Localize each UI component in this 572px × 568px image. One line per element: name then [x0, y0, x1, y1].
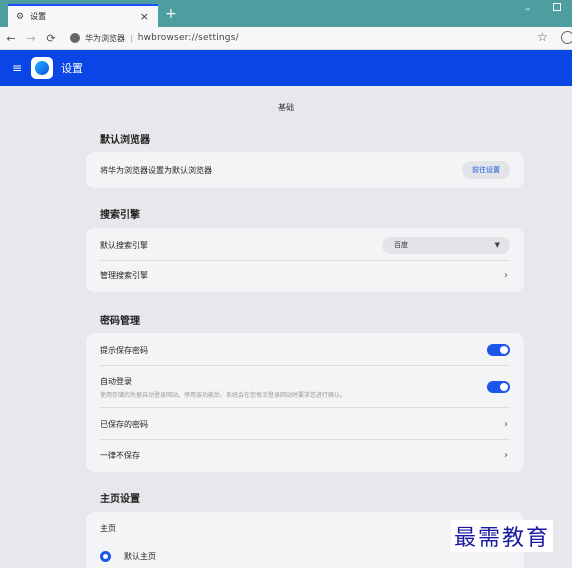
go-to-settings-button[interactable]: 前往设置 [462, 161, 510, 179]
tab-strip: ⚙ 设置 × + – [0, 0, 572, 27]
bookmark-star-icon[interactable]: ☆ [537, 30, 548, 44]
divider [100, 439, 510, 440]
dropdown-caret-icon: ▼ [494, 241, 500, 249]
password-title: 密码管理 [100, 316, 140, 327]
divider [100, 260, 510, 261]
forward-button[interactable]: → [22, 32, 40, 45]
offer-save-password-label: 提示保存密码 [100, 345, 148, 355]
site-info-icon[interactable] [70, 33, 80, 43]
site-name: 华为浏览器 [85, 33, 125, 43]
section-heading: 基础 [278, 103, 294, 112]
settings-content: 基础 默认浏览器 将华为浏览器设置为默认浏览器 前往设置 搜索引擎 默认搜索引擎… [0, 86, 572, 568]
auto-login-row: 自动登录 使用存储的凭据自动登录网站。停用该功能后，系统会在您每次登录网站时要求… [100, 373, 510, 401]
search-engine-select[interactable]: 百度 ▼ [382, 236, 510, 254]
divider [100, 365, 510, 366]
saved-passwords-row[interactable]: 已保存的密码 › [100, 416, 510, 432]
homepage-label: 主页 [100, 523, 116, 533]
browser-logo [31, 57, 54, 79]
chevron-right-icon: › [504, 269, 508, 281]
browser-toolbar: ← → ⟳ 华为浏览器 | hwbrowser://settings/ ☆ [0, 27, 572, 50]
default-browser-label: 将华为浏览器设置为默认浏览器 [100, 165, 212, 175]
auto-login-toggle[interactable] [487, 381, 510, 393]
manage-search-engines-row[interactable]: 管理搜索引擎 › [100, 267, 510, 283]
tab-settings[interactable]: ⚙ 设置 × [8, 4, 158, 27]
saved-passwords-label: 已保存的密码 [100, 419, 148, 429]
default-browser-title: 默认浏览器 [100, 135, 150, 146]
back-button[interactable]: ← [2, 32, 20, 45]
offer-save-password-row: 提示保存密码 [100, 342, 510, 358]
maximize-button[interactable] [553, 3, 561, 11]
search-engine-title: 搜索引擎 [100, 210, 140, 221]
url-separator: | [130, 33, 133, 43]
radio-selected-icon[interactable] [100, 550, 111, 562]
close-tab-icon[interactable]: × [140, 10, 149, 23]
never-save-row[interactable]: 一律不保存 › [100, 447, 510, 463]
reload-button[interactable]: ⟳ [42, 32, 60, 45]
address-bar[interactable]: hwbrowser://settings/ [138, 33, 239, 43]
hamburger-menu-icon[interactable]: ≡ [12, 61, 22, 75]
page-title: 设置 [61, 62, 84, 75]
gear-icon: ⚙ [16, 11, 25, 22]
search-engine-selected: 百度 [394, 241, 408, 249]
never-save-label: 一律不保存 [100, 450, 140, 460]
homepage-row: 主页 [100, 520, 510, 536]
settings-header: ≡ 设置 [0, 50, 572, 86]
default-search-engine-label: 默认搜索引擎 [100, 240, 148, 250]
homepage-title: 主页设置 [100, 494, 140, 505]
default-homepage-label: 默认主页 [124, 551, 156, 561]
auto-login-description: 使用存储的凭据自动登录网站。停用该功能后，系统会在您每次登录网站时要求您进行确认… [100, 391, 347, 399]
manage-search-engines-label: 管理搜索引擎 [100, 270, 148, 280]
minimize-button[interactable]: – [525, 2, 531, 15]
password-card: 提示保存密码 自动登录 使用存储的凭据自动登录网站。停用该功能后，系统会在您每次… [86, 333, 524, 472]
profile-avatar[interactable] [561, 31, 572, 44]
default-homepage-option[interactable]: 默认主页 [100, 548, 510, 564]
default-search-engine-row: 默认搜索引擎 百度 ▼ [100, 236, 510, 254]
default-browser-card: 将华为浏览器设置为默认浏览器 前往设置 [86, 152, 524, 188]
chevron-right-icon: › [504, 418, 508, 430]
search-engine-card: 默认搜索引擎 百度 ▼ 管理搜索引擎 › [86, 228, 524, 292]
watermark-logo: 最需教育 [451, 520, 554, 552]
divider [100, 407, 510, 408]
offer-save-password-toggle[interactable] [487, 344, 510, 356]
auto-login-label: 自动登录 [100, 376, 132, 386]
chevron-right-icon: › [504, 449, 508, 461]
tab-title: 设置 [30, 12, 47, 21]
default-browser-row: 将华为浏览器设置为默认浏览器 前往设置 [100, 161, 510, 179]
new-tab-button[interactable]: + [165, 6, 177, 22]
